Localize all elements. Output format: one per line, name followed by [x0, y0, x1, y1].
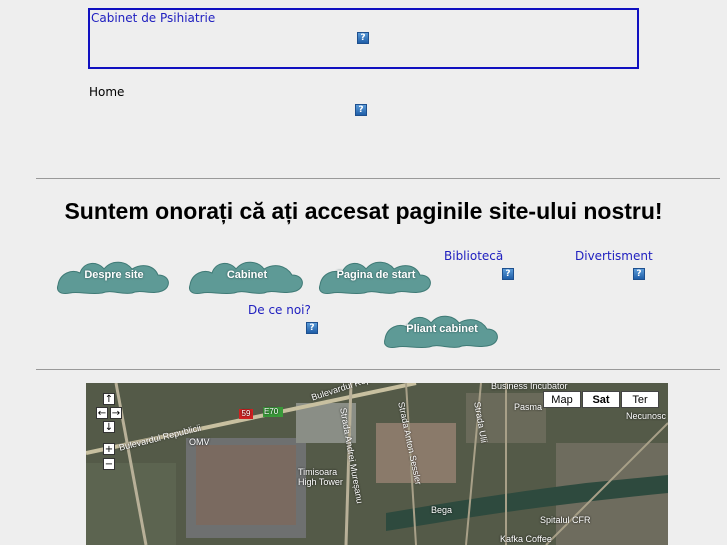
nav-biblioteca-link[interactable]: Bibliotecă	[444, 249, 503, 263]
satellite-map[interactable]: 59 E70 Bulevardul Republicii Bulevardul …	[86, 383, 668, 545]
map-type-map-button[interactable]: Map	[543, 391, 581, 408]
nav-divertisment-link[interactable]: Divertisment	[575, 249, 653, 263]
map-label: Bega	[431, 505, 453, 515]
nav-pagina-start-button[interactable]: Pagina de start	[316, 255, 436, 295]
home-link[interactable]: Home	[89, 85, 124, 99]
nav-pagina-start-label: Pagina de start	[336, 269, 416, 281]
broken-image-icon: ?	[502, 268, 514, 280]
pan-up-button[interactable]: ↑	[103, 393, 115, 405]
divider	[36, 178, 720, 179]
broken-image-icon: ?	[357, 32, 369, 44]
map-type-ter-button[interactable]: Ter	[621, 391, 659, 408]
road-59-label: 59	[241, 409, 251, 418]
nav-cabinet-label: Cabinet	[226, 269, 268, 281]
road-e70-label: E70	[264, 407, 279, 416]
pan-down-button[interactable]: ↓	[103, 421, 115, 433]
nav-pliant-cabinet-label: Pliant cabinet	[406, 323, 478, 335]
broken-image-icon: ?	[306, 322, 318, 334]
map-label: OMV	[189, 437, 210, 447]
nav-pliant-cabinet-button[interactable]: Pliant cabinet	[381, 309, 503, 349]
divider	[36, 369, 720, 370]
nav-despre-site-button[interactable]: Despre site	[54, 255, 174, 295]
nav-de-ce-noi-link[interactable]: De ce noi?	[248, 303, 311, 317]
pan-right-button[interactable]: →	[110, 407, 122, 419]
map-label: Timisoara High Tower	[298, 467, 343, 487]
zoom-out-button[interactable]: −	[103, 458, 115, 470]
map-label: Business Incubator	[491, 383, 568, 391]
cabinet-link[interactable]: Cabinet de Psihiatrie	[91, 11, 215, 25]
pan-left-button[interactable]: ←	[96, 407, 108, 419]
map-type-sat-button[interactable]: Sat	[582, 391, 620, 408]
map-label: Pasma	[514, 402, 543, 412]
broken-image-icon: ?	[633, 268, 645, 280]
map-label: Spitalul CFR	[540, 515, 591, 525]
map-label: Kafka Coffee	[500, 534, 552, 544]
page-headline: Suntem onorați că ați accesat paginile s…	[64, 198, 663, 224]
zoom-in-button[interactable]: +	[103, 443, 115, 455]
map-label: Necunosc	[626, 411, 667, 421]
nav-despre-site-label: Despre site	[84, 269, 144, 281]
nav-cabinet-button[interactable]: Cabinet	[186, 255, 308, 295]
broken-image-icon: ?	[355, 104, 367, 116]
